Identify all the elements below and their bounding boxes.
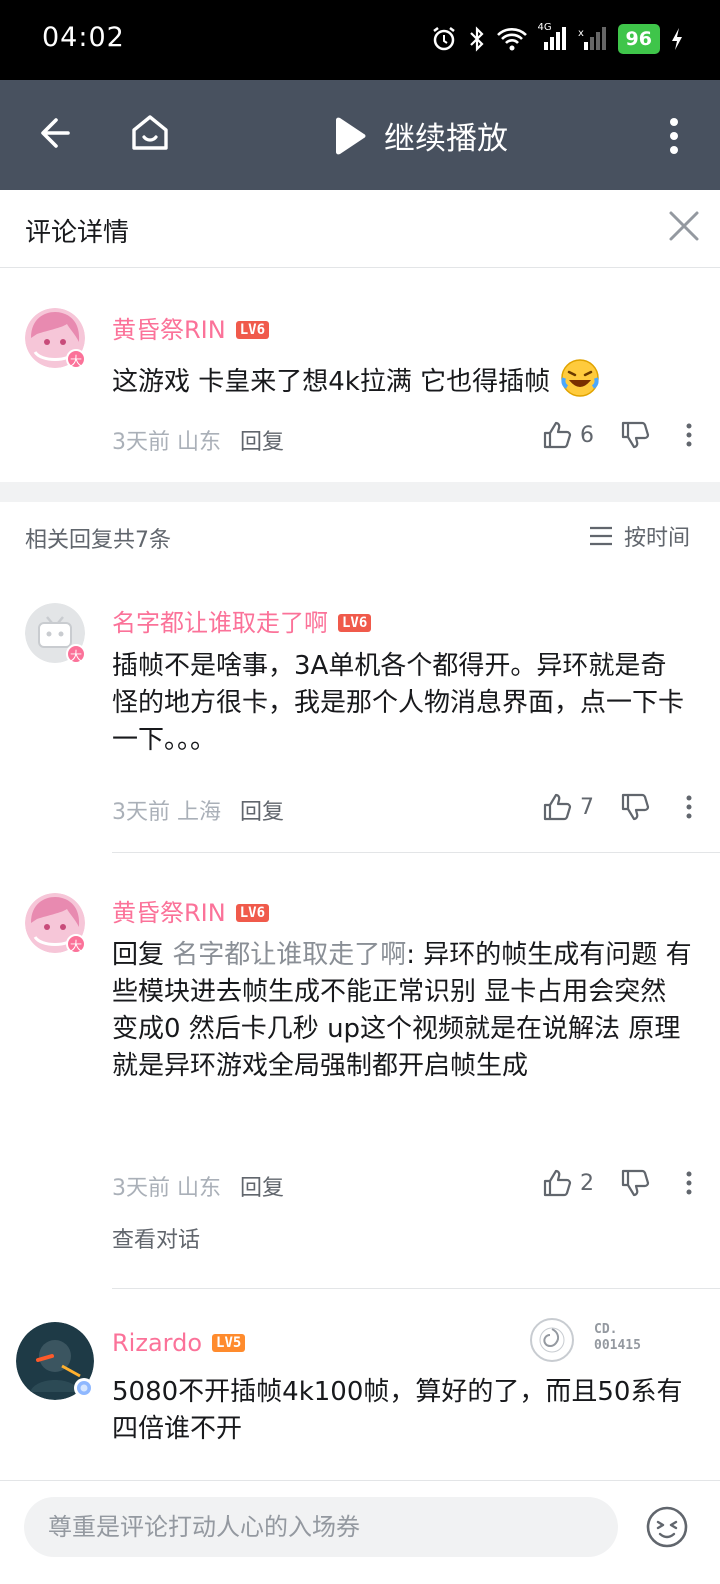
close-icon[interactable] [668,210,700,242]
svg-text:x: x [578,28,584,39]
like-icon[interactable] [542,792,572,822]
more-icon[interactable] [686,795,692,819]
level-badge: LV6 [235,904,270,922]
like-icon[interactable] [542,1168,572,1198]
divider [112,852,720,853]
reply-username[interactable]: Rizardo LV5 [112,1329,246,1357]
laughing-cry-emoji-icon [561,359,600,397]
reply-location: 山东 [177,1176,222,1201]
sort-toggle[interactable]: 按时间 [588,520,690,552]
status-bar: 04:02 4G x 96 [0,0,720,80]
play-icon [336,117,366,154]
divider [112,1288,720,1289]
reply-meta: 3天前 上海 回复 [112,794,284,826]
level-badge: LV6 [338,614,372,632]
reply-time: 3天前 [112,1176,170,1201]
username-text: 黄昏祭RIN [112,899,226,927]
more-icon[interactable] [686,1171,692,1195]
comment-meta: 3天前 山东 回复 [112,424,284,456]
sort-lines-icon [589,526,612,546]
alarm-icon [432,27,455,51]
fan-medal-icon [530,1318,574,1362]
comment-text: 这游戏 卡皇来了想4k拉满 它也得插帧 [112,358,692,401]
reply-prefix: 回复 [112,940,173,970]
username-text: 黄昏祭RIN [112,316,226,344]
battery-indicator: 96 [617,24,660,54]
home-icon[interactable] [128,110,172,154]
reply-meta: 3天前 山东 回复 [112,1170,284,1202]
reply-button[interactable]: 回复 [240,800,284,825]
reply-time: 3天前 [112,800,170,825]
comment-input-bar [0,1480,720,1584]
network-label: 4G [537,22,552,33]
comment-actions: 6 [542,420,692,450]
wifi-icon [496,28,527,51]
like-count: 6 [580,422,594,448]
status-time: 04:02 [42,22,125,53]
dislike-icon[interactable] [620,420,650,450]
fan-medal-code: CD. 001415 [594,1322,641,1354]
avatar-badge: 大 [66,934,86,954]
emoji-icon[interactable] [645,1505,689,1549]
medal-code-line: CD. [594,1322,618,1337]
medal-emblem-icon [539,1327,565,1353]
avatar-badge: 大 [66,349,86,369]
comment-username[interactable]: 黄昏祭RIN LV6 [112,310,270,345]
reply-actions: 2 [542,1168,692,1198]
verified-badge-icon [74,1378,94,1398]
reply-text: 5080不开插帧4k100帧，算好的了，而且50系有四倍谁不开 [112,1377,683,1444]
comment-input[interactable] [24,1497,618,1557]
related-replies-count: 相关回复共7条 [25,528,171,553]
like-count: 2 [580,1170,594,1196]
network-4g-signal: 4G [538,22,568,52]
page-title: 评论详情 [25,218,130,248]
more-icon[interactable] [686,423,692,447]
username-text: Rizardo [112,1329,203,1357]
medal-code-line: 001415 [594,1338,641,1353]
comment-detail-header: 评论详情 [0,190,720,268]
view-conversation-link[interactable]: 查看对话 [112,1222,200,1254]
reply-username[interactable]: 名字都让谁取走了啊 LV6 [112,603,372,638]
reply-target-user[interactable]: 名字都让谁取走了啊 [172,940,406,970]
comment-body: 这游戏 卡皇来了想4k拉满 它也得插帧 [112,367,551,397]
sort-label: 按时间 [623,526,690,551]
signal-weak-icon: x [578,27,606,50]
reply-button[interactable]: 回复 [240,430,284,455]
bluetooth-icon [469,26,484,52]
reply-actions: 7 [542,792,692,822]
level-badge: LV5 [212,1334,246,1352]
username-text: 名字都让谁取走了啊 [112,609,328,637]
reply-text: 插帧不是啥事，3A单机各个都得开。异环就是奇怪的地方很卡，我是那个人物消息界面，… [112,651,685,755]
dislike-icon[interactable] [620,792,650,822]
reply-text: 回复 名字都让谁取走了啊: 异环的帧生成有问题 有些模块进去帧生成不能正常识别 … [112,937,692,1085]
reply-button[interactable]: 回复 [240,1176,284,1201]
reply-username[interactable]: 黄昏祭RIN LV6 [112,893,270,928]
charging-icon [672,28,682,50]
avatar-badge: 大 [66,644,86,664]
level-badge: LV6 [235,321,270,339]
comment-time: 3天前 [112,430,170,455]
comment-location: 山东 [177,430,222,455]
dislike-icon[interactable] [620,1168,650,1198]
like-icon[interactable] [542,420,572,450]
reply-location: 上海 [177,800,222,825]
continue-play-button[interactable]: 继续播放 [330,113,508,158]
continue-play-label: 继续播放 [384,121,508,157]
section-separator [0,482,720,502]
back-arrow-icon[interactable] [36,113,76,153]
top-nav: 继续播放 [0,80,720,190]
status-icons: 4G x 96 [430,22,684,56]
more-vertical-icon[interactable] [668,116,680,156]
like-count: 7 [580,794,594,820]
